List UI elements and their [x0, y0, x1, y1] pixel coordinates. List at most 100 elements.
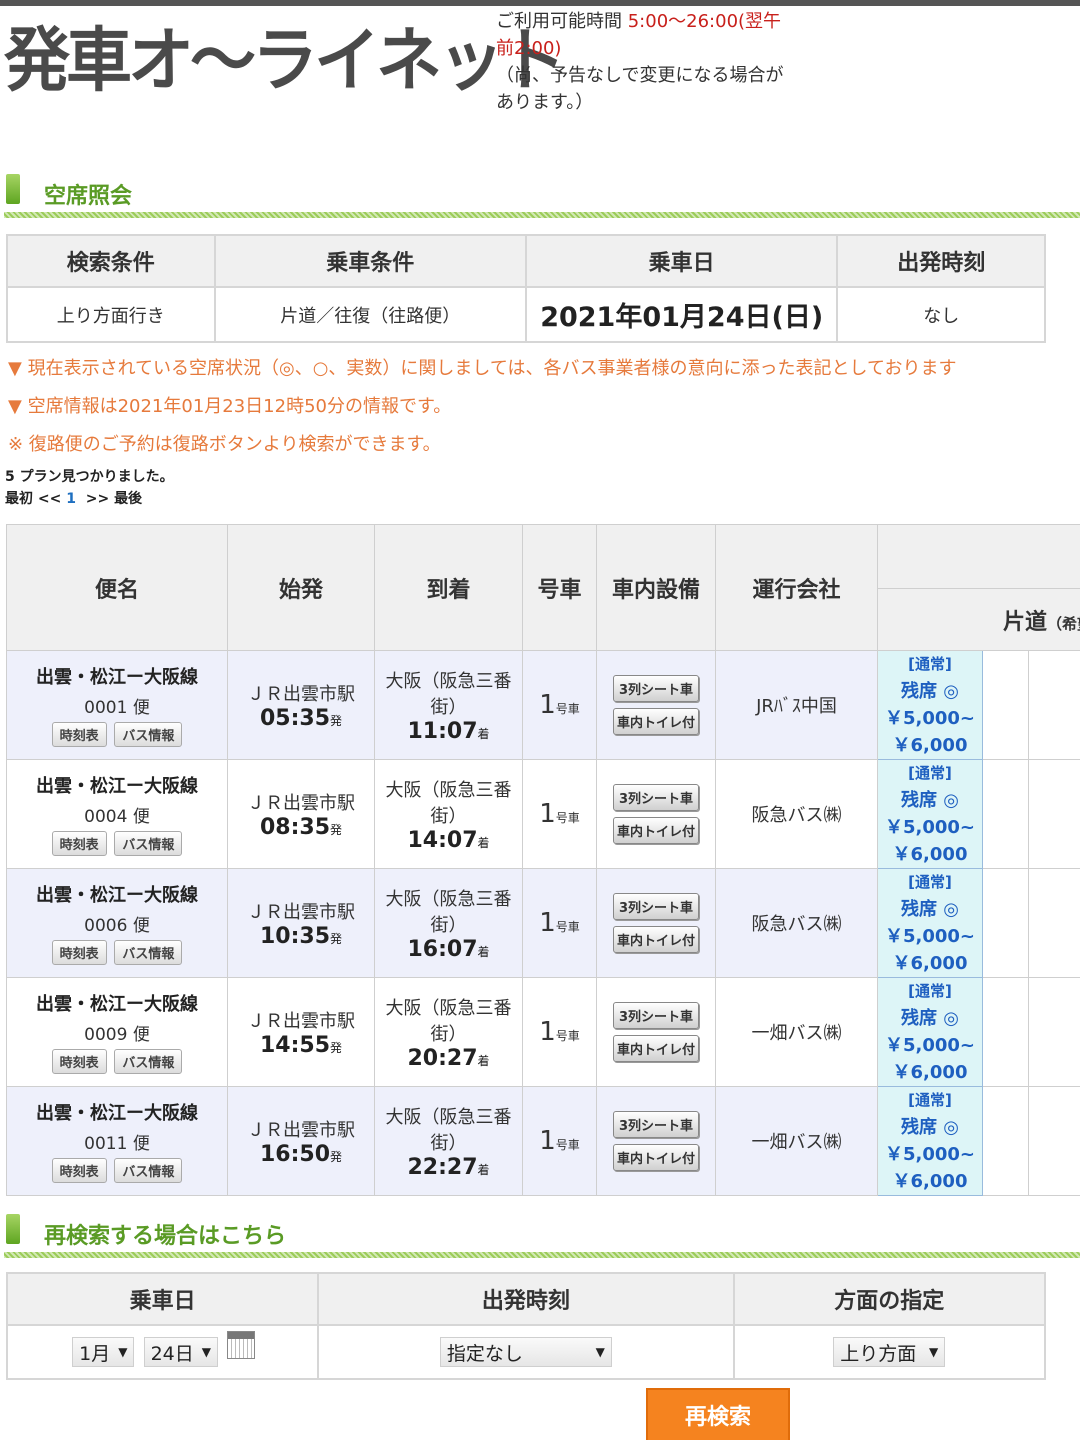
empty-plan-cell [982, 650, 1029, 760]
operator-cell: 一畑バス㈱ [715, 1086, 878, 1196]
heading-bar [6, 1214, 20, 1244]
cond-header: 乗車日 [524, 234, 839, 288]
research-button[interactable]: 再検索 [646, 1388, 790, 1440]
direction-select[interactable]: 上り方面 ▼ [833, 1337, 946, 1367]
arrive-cell: 大阪（阪急三番街） 16:07着 [374, 868, 523, 978]
bus-info-button[interactable]: バス情報 [114, 831, 183, 856]
empty-plan-cell [982, 759, 1029, 869]
fare-cell[interactable]: [通常] 残席 ◎ ￥5,000~ ￥6,000 [877, 759, 983, 869]
arrive-cell: 大阪（阪急三番街） 22:27着 [374, 1086, 523, 1196]
empty-plan-cell [982, 1086, 1029, 1196]
seat-availability: 残席 ◎ [901, 790, 959, 811]
depart-time: 14:55発 [259, 1032, 343, 1058]
results-count: 5 プラン見つかりました。 [5, 469, 174, 485]
toilet-badge: 車内トイレ付 [613, 926, 699, 953]
empty-plan-cell [1027, 759, 1080, 869]
fare-type: [通常] [908, 764, 952, 782]
notice-list: ▼ 現在表示されている空席状況（◎、○、実数）に関しましては、各バス事業者様の意… [8, 356, 1080, 470]
depart-cell: ＪＲ出雲市駅 05:35発 [227, 650, 375, 760]
equipment-cell: 3列シート車 車内トイレ付 [596, 868, 716, 978]
arrive-time: 20:27着 [407, 1045, 490, 1071]
research-form-table: 乗車日 出発時刻 方面の指定 1月 ▼ 24日 ▼ 指定なし ▼ 上り方面 ▼ [5, 1272, 1047, 1380]
empty-plan-cell [1027, 1086, 1080, 1196]
pager-page-1[interactable]: 1 [66, 491, 76, 507]
bus-info-button[interactable]: バス情報 [114, 1049, 183, 1074]
route-name: 出雲・松江ー大阪線 [36, 1103, 198, 1124]
fare-low: ￥5,000~ [884, 926, 976, 947]
result-row: 出雲・松江ー大阪線 0004 便 時刻表 バス情報 ＪＲ出雲市駅 08:35発 … [6, 759, 1080, 869]
col-header-operator: 運行会社 [715, 524, 878, 651]
fare-cell[interactable]: [通常] 残席 ◎ ￥5,000~ ￥6,000 [877, 977, 983, 1087]
three-row-seat-badge: 3列シート車 [613, 1002, 699, 1029]
notice-item: ※ 復路便のご予約は復路ボタンより検索ができます。 [8, 434, 441, 455]
equipment-cell: 3列シート車 車内トイレ付 [596, 759, 716, 869]
toilet-badge: 車内トイレ付 [613, 1035, 699, 1062]
car-number: 1 [539, 1017, 556, 1047]
depart-time: 10:35発 [259, 923, 343, 949]
oneway-label: 片道 [1002, 609, 1047, 635]
month-select[interactable]: 1月 ▼ [72, 1337, 135, 1367]
bus-info-button[interactable]: バス情報 [114, 940, 183, 965]
route-name: 出雲・松江ー大阪線 [36, 994, 198, 1015]
time-cell: 指定なし ▼ [317, 1324, 735, 1380]
arrive-station: 大阪（阪急三番街） [385, 1106, 512, 1154]
research-header: 方面の指定 [732, 1272, 1047, 1326]
day-select[interactable]: 24日 ▼ [143, 1337, 218, 1367]
equipment-cell: 3列シート車 車内トイレ付 [596, 1086, 716, 1196]
flight-cell: 出雲・松江ー大阪線 0011 便 時刻表 バス情報 [6, 1086, 228, 1196]
calendar-icon[interactable] [227, 1331, 256, 1359]
fare-cell[interactable]: [通常] 残席 ◎ ￥5,000~ ￥6,000 [877, 868, 983, 978]
bus-info-button[interactable]: バス情報 [114, 722, 183, 747]
timetable-button[interactable]: 時刻表 [51, 1049, 107, 1074]
arrive-time: 11:07着 [407, 718, 490, 744]
seat-availability: 残席 ◎ [901, 1117, 959, 1138]
notice-item: ▼ 空席情報は2021年01月23日12時50分の情報です。 [8, 396, 452, 417]
flight-cell: 出雲・松江ー大阪線 0006 便 時刻表 バス情報 [6, 868, 228, 978]
timetable-button[interactable]: 時刻表 [51, 940, 107, 965]
three-row-seat-badge: 3列シート車 [613, 893, 699, 920]
cond-header: 検索条件 [6, 234, 216, 288]
depart-time: 05:35発 [259, 705, 343, 731]
bus-info-button[interactable]: バス情報 [114, 1158, 183, 1183]
col-header-depart: 始発 [227, 524, 375, 651]
car-unit: 号車 [555, 920, 580, 934]
fare-cell[interactable]: [通常] 残席 ◎ ￥5,000~ ￥6,000 [877, 1086, 983, 1196]
timetable-button[interactable]: 時刻表 [51, 831, 107, 856]
arrive-time: 22:27着 [407, 1154, 490, 1180]
route-name: 出雲・松江ー大阪線 [36, 667, 198, 688]
three-row-seat-badge: 3列シート車 [613, 784, 699, 811]
arrive-station: 大阪（阪急三番街） [385, 997, 512, 1045]
fare-type: [通常] [908, 982, 952, 1000]
arrive-cell: 大阪（阪急三番街） 11:07着 [374, 650, 523, 760]
depart-cell: ＪＲ出雲市駅 10:35発 [227, 868, 375, 978]
departure-time-select[interactable]: 指定なし ▼ [439, 1337, 612, 1367]
timetable-button[interactable]: 時刻表 [51, 722, 107, 747]
depart-station: ＪＲ出雲市駅 [247, 1119, 355, 1141]
car-cell: 1号車 [522, 650, 597, 760]
col-header-arrive: 到着 [374, 524, 523, 651]
fare-cell[interactable]: [通常] 残席 ◎ ￥5,000~ ￥6,000 [877, 650, 983, 760]
site-logo[interactable]: 発車オ～ライネット [4, 4, 566, 105]
depart-cell: ＪＲ出雲市駅 16:50発 [227, 1086, 375, 1196]
results-table: 便名 始発 到着 号車 車内設備 運行会社 プラン 片道（希望する運 出雲・松江… [6, 524, 1080, 1196]
oneway-note: （希望する運 [1047, 614, 1080, 633]
car-cell: 1号車 [522, 868, 597, 978]
flight-number: 0009 便 [84, 1025, 150, 1045]
research-header: 乗車日 [5, 1272, 320, 1326]
fare-type: [通常] [908, 655, 952, 673]
fare-type: [通常] [908, 1091, 952, 1109]
results-table-wrapper[interactable]: 便名 始発 到着 号車 車内設備 運行会社 プラン 片道（希望する運 出雲・松江… [6, 524, 1080, 1196]
fare-low: ￥5,000~ [884, 1035, 976, 1056]
flight-number: 0004 便 [84, 807, 150, 827]
operator-cell: JRﾊﾞｽ中国 [715, 650, 878, 760]
flight-cell: 出雲・松江ー大阪線 0001 便 時刻表 バス情報 [6, 650, 228, 760]
equipment-cell: 3列シート車 車内トイレ付 [596, 650, 716, 760]
depart-station: ＪＲ出雲市駅 [247, 792, 355, 814]
fare-low: ￥5,000~ [884, 1144, 976, 1165]
seat-availability: 残席 ◎ [901, 681, 959, 702]
timetable-button[interactable]: 時刻表 [51, 1158, 107, 1183]
col-header-oneway: 片道（希望する運 [876, 588, 1080, 651]
flight-cell: 出雲・松江ー大阪線 0004 便 時刻表 バス情報 [6, 759, 228, 869]
operator-cell: 一畑バス㈱ [715, 977, 878, 1087]
arrive-station: 大阪（阪急三番街） [385, 779, 512, 827]
